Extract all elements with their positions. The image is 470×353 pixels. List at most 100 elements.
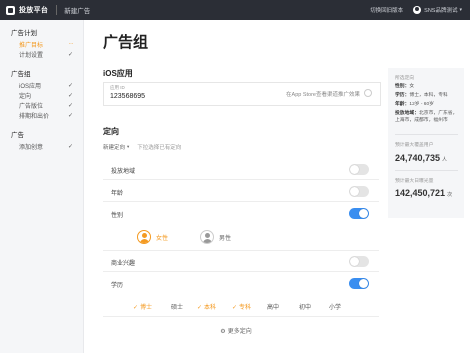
summary-value: 女	[409, 84, 415, 89]
sidebar-item-schedule-bid[interactable]: 排期和出价 ✓	[0, 110, 83, 120]
education-option-label: 初中	[299, 305, 312, 311]
max-users-value: 24,740,735 人	[395, 153, 447, 163]
sidebar-item-plan-settings[interactable]: 计划设置 ✓	[0, 49, 83, 59]
summary-key: 性别：	[395, 84, 410, 89]
sidebar-item-placement[interactable]: 广告版位 ✓	[0, 100, 83, 110]
summary-value: 12岁 - 60岁	[409, 102, 434, 107]
gear-icon: ⚙	[220, 329, 226, 335]
current-page-label: 新建广告	[64, 8, 91, 15]
education-option-master[interactable]: 硕士	[171, 302, 183, 311]
sidebar-group-plan: 广告计划 推广目标 ··· 计划设置 ✓	[0, 29, 83, 59]
row-label: 学历	[111, 283, 124, 289]
summary-gender: 性别：女	[395, 83, 460, 90]
education-toggle[interactable]	[349, 278, 369, 289]
age-toggle[interactable]	[349, 186, 369, 197]
max-users-number: 24,740,735	[395, 153, 441, 163]
summary-value: 博士，本科，专科	[409, 93, 448, 98]
logo-icon	[6, 5, 15, 15]
row-label: 性别	[111, 213, 124, 219]
sidebar-item-promotion-goal[interactable]: 推广目标 ···	[0, 39, 83, 49]
education-option-high-school[interactable]: 高中	[267, 302, 279, 311]
divider	[56, 5, 58, 15]
check-icon: ✓	[67, 102, 73, 109]
row-label: 投放地域	[111, 169, 136, 175]
daily-exposure-number: 142,450,721	[395, 188, 446, 198]
summary-region: 投放地域：北京市，广东省，上海市，成都市，福州市	[395, 110, 460, 124]
more-targeting-link[interactable]: ⚙ 更多定向	[88, 326, 384, 335]
education-option-label: 小学	[329, 305, 342, 311]
summary-age: 年龄：12岁 - 60岁	[395, 101, 460, 108]
user-avatar-icon[interactable]	[413, 6, 422, 14]
sidebar-item-label: 广告版位	[19, 103, 44, 110]
gender-toggle[interactable]	[349, 208, 369, 219]
education-option-middle-school[interactable]: 初中	[299, 302, 311, 311]
daily-exposure-value: 142,450,721 次	[395, 188, 452, 198]
education-options: ✓ 博士 硕士 ✓ 本科 ✓ 专科 高中 初中 小学	[103, 295, 379, 317]
location-toggle[interactable]	[349, 164, 369, 175]
sidebar-item-label: 推广目标	[19, 42, 44, 49]
check-icon: ✓	[67, 92, 73, 99]
divider	[395, 134, 458, 135]
sidebar-item-label: iOS应用	[19, 83, 42, 90]
targeting-row-location: 投放地域	[103, 160, 379, 180]
row-label: 年龄	[111, 191, 124, 197]
education-option-label: 高中	[267, 305, 280, 311]
logo[interactable]: 投放平台	[0, 5, 48, 15]
sidebar-item-targeting[interactable]: 定向 ✓	[0, 90, 83, 100]
gender-option-female[interactable]: 女性	[137, 230, 168, 244]
targeting-select-value: 新建定向	[103, 145, 126, 151]
targeting-hint: 下拉选择已有定向	[137, 145, 182, 151]
check-icon: ✓	[67, 143, 73, 150]
gender-option-label: 女性	[156, 235, 169, 242]
radio-icon[interactable]	[364, 89, 372, 97]
check-icon: ✓	[67, 51, 73, 58]
targeting-section-title: 定向	[103, 127, 119, 136]
more-targeting-label: 更多定向	[227, 329, 252, 335]
summary-selected-label: 所选定向	[395, 76, 415, 81]
app-store-link[interactable]: 在App Store查看渠道推广效果	[286, 90, 360, 98]
page-title: 广告组	[103, 34, 149, 51]
divider	[395, 170, 458, 171]
check-icon: ✓	[67, 112, 73, 119]
daily-exposure-label: 预计最大日曝光量	[395, 179, 434, 184]
female-avatar-icon	[137, 230, 151, 244]
education-option-label: 本科	[204, 305, 217, 311]
user-name[interactable]: SNS品牌测试	[424, 6, 457, 14]
sidebar-item-add-creative[interactable]: 添加创意 ✓	[0, 141, 83, 151]
sidebar-group-title: 广告计划	[11, 30, 37, 37]
sidebar-item-label: 定向	[19, 93, 32, 100]
education-option-label: 硕士	[171, 305, 184, 311]
sidebar-group-adgroup: 广告组 iOS应用 ✓ 定向 ✓ 广告版位 ✓ 排期和出价 ✓	[0, 70, 83, 120]
app-name: 投放平台	[19, 7, 49, 14]
interest-toggle[interactable]	[349, 256, 369, 267]
education-option-primary[interactable]: 小学	[329, 302, 341, 311]
education-option-bachelor[interactable]: ✓ 本科	[197, 302, 216, 311]
sidebar-group-title: 广告组	[11, 71, 31, 78]
chevron-down-icon[interactable]: ▾	[459, 7, 462, 13]
targeting-select[interactable]: 新建定向 ▾ 下拉选择已有定向	[103, 143, 181, 151]
targeting-row-education: 学历	[103, 274, 379, 294]
ios-section-title: iOS应用	[103, 69, 133, 78]
summary-key: 年龄：	[395, 102, 410, 107]
male-avatar-icon	[200, 230, 214, 244]
sidebar-item-ios-app[interactable]: iOS应用 ✓	[0, 80, 83, 90]
sidebar-group-title: 广告	[11, 132, 24, 139]
app-id-field[interactable]: 应用 ID 123568695 在App Store查看渠道推广效果	[103, 82, 381, 106]
targeting-row-interest: 商业兴趣	[103, 252, 379, 272]
check-icon: ✓	[232, 305, 238, 311]
row-label: 商业兴趣	[111, 261, 136, 267]
education-option-label: 专科	[239, 305, 252, 311]
summary-key: 投放地域：	[395, 111, 419, 116]
education-option-associate[interactable]: ✓ 专科	[232, 302, 251, 311]
switch-version-link[interactable]: 切换回旧版本	[370, 6, 403, 14]
top-bar: 投放平台 新建广告 切换回旧版本 SNS品牌测试 ▾	[0, 0, 470, 20]
sidebar: 广告计划 推广目标 ··· 计划设置 ✓ 广告组 iOS应用 ✓ 定向 ✓ 广告…	[0, 20, 84, 353]
gender-option-male[interactable]: 男性	[200, 230, 231, 244]
targeting-row-age: 年龄	[103, 182, 379, 202]
main-content: 广告组 iOS应用 应用 ID 123568695 在App Store查看渠道…	[88, 20, 384, 353]
gender-options: 女性 男性	[103, 225, 379, 251]
check-icon: ✓	[67, 82, 73, 89]
education-option-phd[interactable]: ✓ 博士	[133, 302, 152, 311]
sidebar-group-ad: 广告 添加创意 ✓	[0, 131, 83, 151]
education-option-label: 博士	[140, 305, 153, 311]
